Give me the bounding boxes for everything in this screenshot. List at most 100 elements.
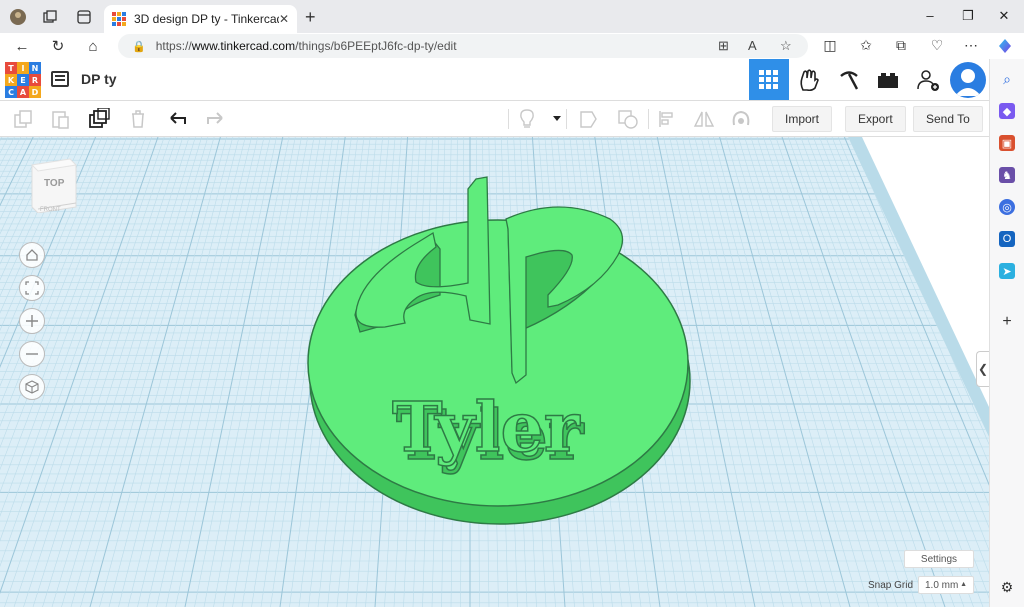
- tinkercad-logo[interactable]: T I N K E R C A D: [5, 62, 41, 98]
- workspaces-icon[interactable]: [41, 8, 59, 26]
- settings-button[interactable]: Settings: [904, 550, 974, 568]
- toolbar-divider: [566, 109, 567, 129]
- user-avatar[interactable]: [950, 62, 986, 98]
- favorites-icon[interactable]: ✩: [856, 37, 876, 54]
- split-screen-icon[interactable]: ◫: [820, 37, 840, 54]
- 3d-model[interactable]: Tyler Tyler: [0, 137, 989, 607]
- outlook-icon[interactable]: O: [999, 231, 1015, 247]
- viewcube-top-label: TOP: [44, 178, 65, 189]
- collections-icon[interactable]: ⧉: [891, 37, 911, 54]
- home-icon: [26, 249, 38, 261]
- brick-icon: [878, 72, 898, 88]
- copy-icon[interactable]: [12, 108, 34, 130]
- minimize-icon[interactable]: –: [921, 8, 939, 23]
- delete-icon[interactable]: [127, 108, 149, 130]
- new-tab-icon[interactable]: +: [305, 7, 316, 28]
- refresh-icon[interactable]: ↻: [48, 36, 68, 56]
- browser-essentials-icon[interactable]: ♡: [927, 37, 947, 54]
- gear-icon[interactable]: ⚙: [999, 579, 1015, 595]
- close-window-icon[interactable]: ✕: [995, 8, 1013, 24]
- url-field[interactable]: 🔒 https://www.tinkercad.com/things/b6PEE…: [118, 34, 808, 58]
- more-options-icon[interactable]: ⋯: [961, 37, 981, 54]
- grid-icon: [759, 69, 778, 89]
- logo-letter: K: [5, 74, 17, 86]
- logo-letter: N: [29, 62, 41, 74]
- viewcube-front-label: FRONT: [40, 207, 61, 213]
- profile-avatar-icon[interactable]: [9, 8, 27, 26]
- back-icon[interactable]: ←: [12, 36, 32, 56]
- export-button[interactable]: Export: [845, 106, 906, 132]
- mirror-icon[interactable]: [693, 108, 715, 130]
- fit-icon: [25, 281, 39, 295]
- workplane-viewport[interactable]: Tyler Tyler TOP FRONT ❮ Settings Snap Gr…: [0, 137, 989, 607]
- cube-icon: [25, 380, 39, 394]
- address-bar-row: ← ↻ ⌂ 🔒 https://www.tinkercad.com/things…: [0, 33, 1024, 59]
- send-to-button[interactable]: Send To: [913, 106, 983, 132]
- paste-icon[interactable]: [49, 108, 71, 130]
- logo-letter: R: [29, 74, 41, 86]
- apps-icon[interactable]: ⊞: [718, 38, 729, 54]
- caret-down-icon[interactable]: [546, 108, 568, 130]
- invite-people-button[interactable]: [908, 59, 948, 100]
- chevron-left-icon: ❮: [977, 362, 989, 376]
- view-cube[interactable]: TOP FRONT: [30, 157, 78, 213]
- redo-icon[interactable]: [204, 108, 226, 130]
- home-icon[interactable]: ⌂: [83, 36, 103, 56]
- lightbulb-icon[interactable]: [516, 108, 538, 130]
- tab-actions-icon[interactable]: [75, 8, 93, 26]
- favorite-star-icon[interactable]: ☆: [780, 38, 792, 54]
- pickaxe-icon: [840, 70, 859, 90]
- design-title[interactable]: DP ty: [81, 71, 117, 87]
- ungroup-icon[interactable]: [617, 108, 639, 130]
- search-icon[interactable]: ⌕: [999, 71, 1015, 87]
- panel-collapse-tab[interactable]: ❮: [976, 351, 989, 387]
- tinkercad-header: T I N K E R C A D DP ty: [0, 59, 989, 101]
- tab-title: 3D design DP ty - Tinkercad: [134, 12, 279, 26]
- restore-icon[interactable]: ❐: [959, 8, 977, 24]
- cruise-icon[interactable]: [730, 108, 752, 130]
- duplicate-icon[interactable]: [88, 108, 110, 130]
- snap-grid-value: 1.0 mm: [925, 579, 959, 591]
- snap-grid-label: Snap Grid: [868, 580, 914, 591]
- undo-icon[interactable]: [167, 108, 189, 130]
- games-chess-icon[interactable]: ♞: [999, 167, 1015, 183]
- 3d-view-button[interactable]: [749, 59, 789, 100]
- minus-icon: [26, 353, 38, 355]
- import-button[interactable]: Import: [772, 106, 833, 132]
- browser-tab-bar: 3D design DP ty - Tinkercad ✕ + – ❐ ✕: [0, 0, 1024, 33]
- align-icon[interactable]: [656, 108, 678, 130]
- microsoft365-icon[interactable]: ◎: [999, 199, 1015, 215]
- snap-grid-select[interactable]: 1.0 mm ▲: [918, 576, 974, 594]
- add-user-icon: [917, 69, 939, 91]
- read-aloud-icon[interactable]: A: [748, 38, 757, 53]
- shopping-tag-icon[interactable]: ◆: [999, 103, 1015, 119]
- toolbar-divider: [648, 109, 649, 129]
- logo-letter: C: [5, 86, 17, 98]
- active-tab[interactable]: 3D design DP ty - Tinkercad ✕: [104, 5, 297, 33]
- tools-briefcase-icon[interactable]: ▣: [999, 135, 1015, 151]
- close-tab-icon[interactable]: ✕: [279, 12, 289, 26]
- blocks-mode-button[interactable]: [789, 59, 829, 100]
- browser-side-panel: ⌕ ◆ ▣ ♞ ◎ O ➤ + ⚙: [989, 59, 1024, 607]
- user-avatar-icon: [955, 69, 981, 96]
- url-text: https://www.tinkercad.com/things/b6PEEpt…: [155, 39, 457, 53]
- model-text[interactable]: Tyler: [391, 387, 581, 469]
- add-sidebar-app-icon[interactable]: +: [999, 313, 1015, 330]
- copilot-icon[interactable]: [995, 37, 1015, 58]
- perspective-button[interactable]: [19, 374, 45, 400]
- hand-icon: [800, 68, 819, 91]
- send-paperplane-icon[interactable]: ➤: [999, 263, 1015, 279]
- zoom-in-button[interactable]: [19, 308, 45, 334]
- fit-view-button[interactable]: [19, 275, 45, 301]
- logo-letter: I: [17, 62, 29, 74]
- toolbar-divider: [508, 109, 509, 129]
- home-view-button[interactable]: [19, 242, 45, 268]
- lego-bricks-button[interactable]: [868, 59, 908, 100]
- caret-up-icon: ▲: [960, 581, 967, 588]
- group-icon[interactable]: [578, 108, 600, 130]
- edit-toolbar: Import Export Send To: [0, 101, 989, 137]
- zoom-out-button[interactable]: [19, 341, 45, 367]
- bricks-mode-button[interactable]: [829, 59, 869, 100]
- logo-letter: A: [17, 86, 29, 98]
- design-list-icon[interactable]: [51, 71, 69, 87]
